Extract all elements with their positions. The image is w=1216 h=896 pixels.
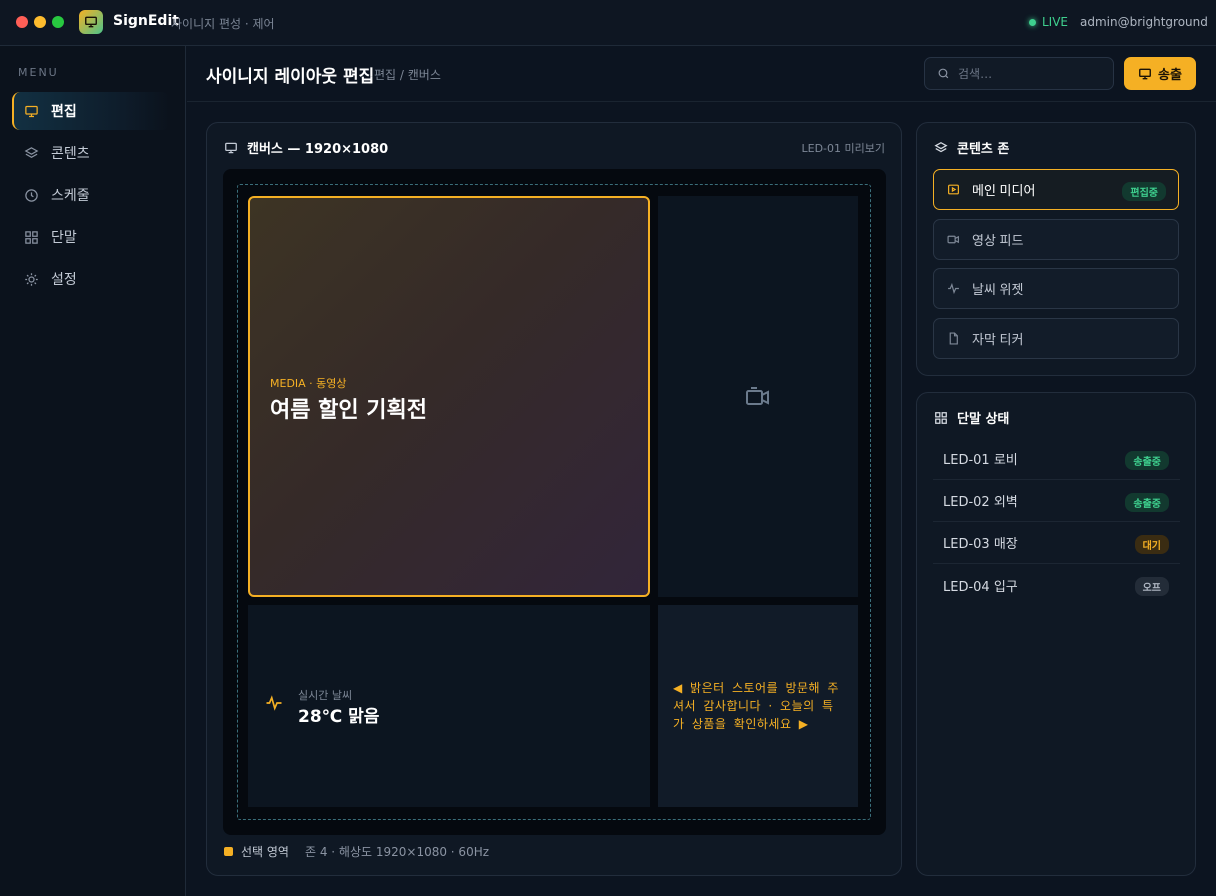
app-name: SignEdit: [113, 13, 179, 29]
window-maximize-button[interactable]: [52, 16, 64, 28]
video-camera-icon: [746, 386, 769, 405]
canvas-stage[interactable]: MEDIA · 동영상 여름 할인 기획전 실시간 날씨 28℃ 맑음 ◀ 밝은…: [223, 169, 886, 835]
user-account[interactable]: admin@brightground: [1080, 15, 1208, 29]
zone-item-weather-widget[interactable]: 날씨 위젯: [933, 268, 1179, 309]
zone-item-label: 자막 티커: [972, 332, 1024, 347]
broadcast-button[interactable]: 송출: [1124, 57, 1196, 90]
device-row[interactable]: LED-02 외벽 송출중: [933, 480, 1180, 522]
status-badge: 송출중: [1125, 493, 1169, 512]
content-zones-title-label: 콘텐츠 존: [957, 142, 1010, 157]
canvas-title: 캔버스 — 1920×1080: [247, 142, 389, 157]
canvas-footer: 선택 영역 존 4 · 해상도 1920×1080 · 60Hz: [224, 843, 489, 860]
device-row[interactable]: LED-04 입구 오프: [933, 564, 1180, 606]
sidebar-item-label: 편집: [51, 104, 77, 120]
sidebar-item-content[interactable]: 콘텐츠: [12, 134, 170, 172]
page-header: 사이니지 레이아웃 편집 편집 / 캔버스 송출: [187, 46, 1216, 102]
canvas-panel-title: 캔버스 — 1920×1080: [224, 138, 388, 157]
device-name: LED-04 입구: [943, 579, 1018, 595]
breadcrumb: 편집 / 캔버스: [374, 68, 441, 82]
play-icon: [948, 184, 959, 195]
search-input[interactable]: [958, 66, 1098, 81]
sidebar-item-edit[interactable]: 편집: [12, 92, 170, 130]
monitor-icon: [225, 142, 237, 153]
clock-icon: [25, 188, 38, 202]
content-zones-panel: 콘텐츠 존 메인 미디어 편집중 영상 피드 날씨 위젯 자막 티커: [916, 122, 1196, 376]
window-minimize-button[interactable]: [34, 16, 46, 28]
window-close-button[interactable]: [16, 16, 28, 28]
video-icon: [947, 235, 959, 244]
title-bar: SignEdit 사이니지 편성 · 제어 LIVE admin@brightg…: [0, 0, 1216, 46]
status-badge: 대기: [1134, 535, 1169, 554]
canvas-panel: 캔버스 — 1920×1080 LED-01 미리보기 MEDIA · 동영상 …: [206, 122, 902, 876]
search-icon: [938, 68, 949, 79]
weather-label: 실시간 날씨: [298, 689, 353, 702]
sun-icon: [25, 272, 38, 286]
editing-badge: 편집중: [1122, 182, 1166, 201]
pulse-icon: [948, 282, 959, 295]
layers-icon: [24, 146, 39, 158]
zone-item-caption-ticker[interactable]: 자막 티커: [933, 318, 1179, 359]
menu-section-label: MENU: [18, 66, 59, 79]
grid-icon: [935, 411, 947, 424]
zone-main-media[interactable]: MEDIA · 동영상 여름 할인 기획전: [248, 196, 650, 597]
live-label: LIVE: [1042, 15, 1069, 29]
device-name: LED-01 로비: [943, 453, 1018, 468]
sidebar-item-devices[interactable]: 단말: [12, 218, 170, 256]
live-indicator: LIVE: [1029, 15, 1068, 29]
device-name: LED-03 매장: [943, 537, 1018, 552]
preview-device-label[interactable]: LED-01 미리보기: [802, 140, 886, 156]
zone-item-label: 영상 피드: [972, 233, 1024, 248]
page-title: 사이니지 레이아웃 편집: [206, 67, 375, 87]
zone-item-main-media[interactable]: 메인 미디어 편집중: [933, 169, 1179, 210]
app-logo-icon: [79, 10, 103, 34]
sidebar-item-label: 단말: [51, 230, 77, 246]
status-badge: 오프: [1134, 577, 1169, 596]
ticker-text: ◀ 밝은터 스토어를 방문해 주셔서 감사합니다 · 오늘의 특가 상품을 확인…: [673, 681, 839, 731]
layers-icon: [934, 141, 948, 152]
live-dot-icon: [1029, 18, 1036, 26]
device-row[interactable]: LED-03 매장 대기: [933, 522, 1180, 564]
broadcast-button-label: 송출: [1158, 67, 1182, 82]
sidebar-item-schedule[interactable]: 스케줄: [12, 176, 170, 214]
weather-value: 28℃ 맑음: [298, 707, 380, 727]
content-zones-title: 콘텐츠 존: [934, 138, 1009, 157]
zone-media-headline: 여름 할인 기획전: [270, 398, 427, 423]
zone-item-label: 날씨 위젯: [972, 282, 1024, 297]
status-badge: 송출중: [1125, 451, 1169, 470]
selection-color-swatch: [224, 847, 233, 856]
zone-weather-widget[interactable]: 실시간 날씨 28℃ 맑음: [248, 605, 650, 807]
sidebar-item-label: 콘텐츠: [51, 146, 90, 162]
zone-media-tag: MEDIA · 동영상: [270, 377, 347, 390]
sidebar-item-settings[interactable]: 설정: [12, 260, 170, 298]
device-status-title-label: 단말 상태: [957, 412, 1010, 427]
monitor-icon: [25, 105, 38, 117]
zone-item-label: 메인 미디어: [972, 183, 1036, 198]
zone-ticker[interactable]: ◀ 밝은터 스토어를 방문해 주셔서 감사합니다 · 오늘의 특가 상품을 확인…: [658, 605, 858, 807]
pulse-icon: [266, 695, 282, 711]
grid-icon: [25, 230, 38, 244]
canvas-info: 존 4 · 해상도 1920×1080 · 60Hz: [304, 845, 490, 859]
device-status-panel: 단말 상태 LED-01 로비 송출중 LED-02 외벽 송출중 LED-03…: [916, 392, 1196, 876]
search-box: [924, 57, 1114, 90]
zone-item-video-feed[interactable]: 영상 피드: [933, 219, 1179, 260]
sidebar-item-label: 스케줄: [51, 188, 90, 204]
app-subtitle: 사이니지 편성 · 제어: [171, 17, 275, 31]
device-name: LED-02 외벽: [943, 495, 1018, 510]
monitor-icon: [1139, 68, 1151, 79]
device-status-title: 단말 상태: [934, 408, 1009, 427]
device-row[interactable]: LED-01 로비 송출중: [933, 438, 1180, 480]
file-icon: [949, 332, 958, 345]
zone-video-feed[interactable]: [658, 196, 858, 597]
sidebar-item-label: 설정: [51, 272, 77, 288]
sidebar: MENU 편집 콘텐츠 스케줄 단말 설정: [0, 46, 186, 896]
selection-label: 선택 영역: [241, 845, 289, 859]
